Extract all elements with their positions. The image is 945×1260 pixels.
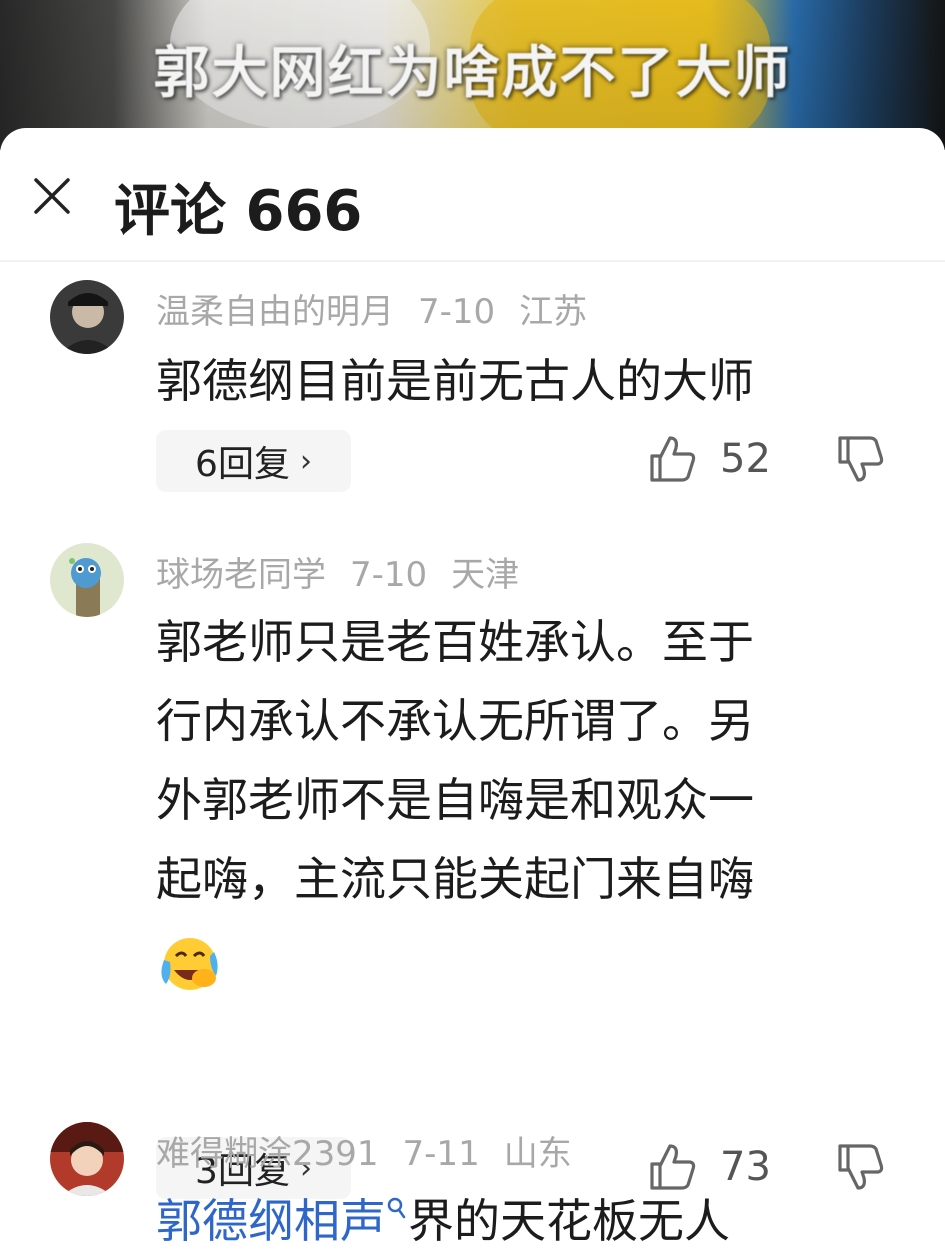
comment-emoji-line — [156, 919, 886, 998]
search-icon — [387, 1197, 406, 1219]
comment-line: 起嗨，主流只能关起门来自嗨 — [156, 852, 754, 906]
thumbs-up-icon — [650, 436, 696, 482]
comment-line: 行内承认不承认无所谓了。另 — [156, 694, 754, 748]
view-replies-button[interactable]: 6回复 › — [156, 430, 351, 492]
avatar[interactable] — [50, 280, 124, 354]
comment-location: 天津 — [451, 555, 520, 595]
laughing-crying-emoji-icon — [161, 937, 218, 990]
like-count: 52 — [720, 436, 771, 482]
video-caption: 郭大网红为啥成不了大师 — [153, 41, 792, 106]
comment-location: 山东 — [503, 1134, 572, 1174]
comment-sheet: 评论 666 温柔自由的明月 7-10 江苏 郭德纲目前是前无古人的大师 6回复 ›… — [0, 128, 945, 1260]
comment-text: 郭德纲目前是前无古人的大师 — [156, 354, 754, 408]
comment-text: 郭老师只是老百姓承认。至于 行内承认不承认无所谓了。另 外郭老师不是自嗨是和观众… — [156, 603, 886, 998]
comment-date: 7-11 — [402, 1134, 480, 1174]
sheet-header: 评论 666 — [0, 128, 945, 262]
comment-meta: 难得糊涂2391 7-11 山东 — [156, 1126, 596, 1175]
comment-username[interactable]: 温柔自由的明月 — [156, 292, 394, 332]
dislike-button[interactable] — [836, 434, 886, 488]
comment-meta: 球场老同学 7-10 天津 — [156, 547, 543, 596]
avatar[interactable] — [50, 543, 124, 617]
topic-link[interactable]: 郭德纲相声 — [156, 1194, 386, 1248]
comment-meta: 温柔自由的明月 7-10 江苏 — [156, 284, 611, 333]
reply-count: 6回复 — [195, 444, 290, 485]
chevron-right-icon: › — [299, 443, 312, 479]
close-icon — [34, 178, 70, 214]
comment-line: 外郭老师不是自嗨是和观众一 — [156, 773, 754, 827]
close-button[interactable] — [30, 174, 74, 218]
avatar[interactable] — [50, 1122, 124, 1196]
comment-date: 7-10 — [418, 292, 496, 332]
comment-username[interactable]: 球场老同学 — [156, 555, 326, 595]
like-button[interactable]: 52 — [648, 434, 771, 484]
thumbs-down-icon — [838, 436, 884, 482]
comment-line: 郭老师只是老百姓承认。至于 — [156, 615, 754, 669]
comment-username[interactable]: 难得糊涂2391 — [156, 1134, 379, 1174]
comments-title: 评论 666 — [114, 179, 363, 244]
comment-text: 郭德纲相声 界的天花板无人 — [156, 1182, 886, 1260]
comment-location: 江苏 — [519, 292, 588, 332]
comment-date: 7-10 — [350, 555, 428, 595]
comment-text-rest: 界的天花板无人 — [408, 1194, 730, 1248]
